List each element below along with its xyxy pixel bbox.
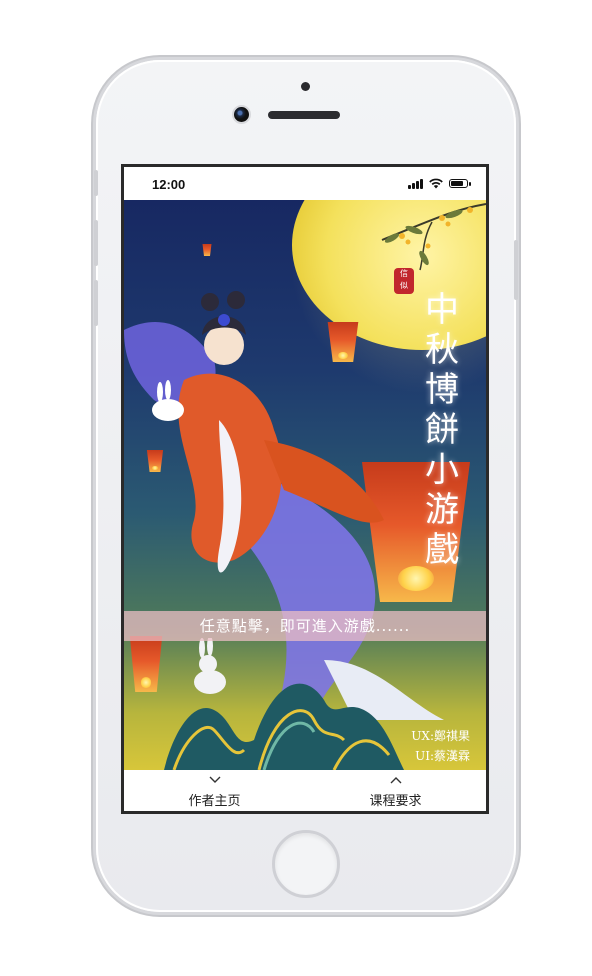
- ui-credit: UI:蔡漢霖: [415, 749, 470, 763]
- game-title: 中 秋 博 餅 小 游 戲: [418, 290, 466, 570]
- mute-switch: [94, 170, 98, 196]
- author-homepage-label: 作者主页: [188, 794, 241, 809]
- chevron-up-icon: [390, 773, 402, 787]
- front-camera: [232, 105, 251, 124]
- ux-credit: UX:鄭祺果: [411, 729, 470, 743]
- bottom-nav: 作者主页 课程要求: [124, 770, 486, 811]
- title-char: 博: [425, 370, 459, 410]
- title-char: 小: [425, 450, 459, 490]
- credits: UX:鄭祺果 UI:蔡漢霖: [411, 726, 470, 766]
- course-requirements-label: 课程要求: [369, 794, 422, 809]
- author-homepage-button[interactable]: 作者主页: [124, 770, 305, 811]
- status-time: 12:00: [152, 177, 186, 192]
- chevron-down-icon: [209, 773, 221, 787]
- home-button[interactable]: [272, 830, 340, 898]
- earpiece-speaker: [268, 111, 340, 119]
- volume-up-button: [94, 220, 98, 266]
- title-char: 餅: [425, 410, 459, 450]
- title-char: 戲: [425, 530, 459, 570]
- title-char: 游: [425, 490, 459, 530]
- battery-icon: [449, 179, 471, 188]
- title-char: 中: [425, 290, 459, 330]
- status-bar: 12:00: [124, 167, 486, 199]
- course-requirements-button[interactable]: 课程要求: [305, 770, 486, 811]
- game-poster[interactable]: 信似 中 秋 博 餅 小 游 戲 任意點擊，即可進入游戲...... UX:鄭祺…: [124, 200, 486, 770]
- rabbit-illustration: [194, 638, 226, 694]
- power-button: [514, 240, 518, 300]
- cellular-signal-icon: [408, 178, 423, 189]
- status-icons: [408, 178, 471, 189]
- proximity-sensor: [301, 82, 310, 91]
- lantern-small-top: [202, 244, 212, 256]
- volume-down-button: [94, 280, 98, 326]
- tap-to-enter-banner[interactable]: 任意點擊，即可進入游戲......: [124, 611, 486, 641]
- osmanthus-branch: [381, 203, 486, 271]
- phone-screen: 12:00 信似 中 秋 博 餅 小 游 戲 任意點擊，即可進入游戲......…: [121, 164, 489, 814]
- wifi-icon: [429, 178, 443, 189]
- title-char: 秋: [425, 330, 459, 370]
